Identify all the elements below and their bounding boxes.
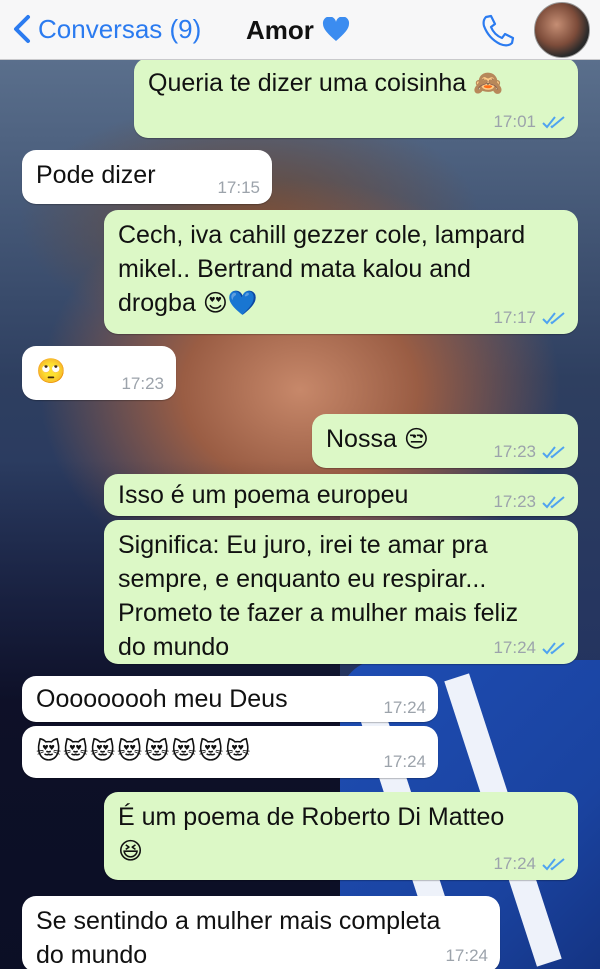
- outgoing-message[interactable]: Queria te dizer uma coisinha 🙈 17:01: [134, 58, 578, 138]
- message-time: 17:24: [493, 638, 536, 657]
- outgoing-message[interactable]: Isso é um poema europeu 17:23: [104, 474, 578, 516]
- unamused-face-emoji: 😒: [403, 425, 429, 453]
- contact-name: Amor: [246, 14, 314, 45]
- message-time: 17:24: [445, 946, 488, 965]
- chevron-left-icon: [14, 15, 30, 43]
- message-time: 17:17: [493, 308, 536, 327]
- phone-icon[interactable]: [478, 12, 518, 48]
- incoming-message[interactable]: 😻😻😻😻😻😻😻😻 17:24: [22, 726, 438, 778]
- message-text: Isso é um poema europeu: [118, 481, 409, 509]
- double-check-icon: [542, 446, 565, 459]
- double-check-icon: [542, 116, 565, 129]
- message-text: Nossa: [326, 425, 397, 453]
- message-time: 17:23: [493, 492, 536, 511]
- message-time: 17:23: [493, 442, 536, 461]
- message-text: Significa: Eu juro, irei te amar pra sem…: [118, 531, 519, 661]
- message-time: 17:24: [493, 854, 536, 873]
- double-check-icon: [542, 642, 565, 655]
- outgoing-message[interactable]: Cech, iva cahill gezzer cole, lampard mi…: [104, 210, 578, 334]
- outgoing-message[interactable]: É um poema de Roberto Di Matteo 😆 17:24: [104, 792, 578, 880]
- message-text: É um poema de Roberto Di Matteo: [118, 803, 505, 831]
- message-text: Pode dizer: [36, 161, 156, 189]
- message-text: Se sentindo a mulher mais completa do mu…: [36, 907, 441, 969]
- incoming-message[interactable]: Ooooooooh meu Deus 17:24: [22, 676, 438, 722]
- contact-title[interactable]: Amor: [246, 12, 350, 48]
- laughing-face-emoji: 😆: [118, 837, 144, 865]
- message-text: Queria te dizer uma coisinha: [148, 69, 467, 97]
- incoming-message[interactable]: 🙄 17:23: [22, 346, 176, 400]
- smiling-cat-heart-eyes-emoji: 😻😻😻😻😻😻😻😻: [36, 737, 253, 765]
- message-text: Cech, iva cahill gezzer cole, lampard mi…: [118, 221, 526, 317]
- heart-eyes-blue-heart-emoji: 😍💙: [202, 289, 258, 317]
- double-check-icon: [542, 496, 565, 509]
- back-button[interactable]: Conversas (9): [12, 10, 201, 48]
- back-label: Conversas (9): [38, 13, 202, 44]
- chat-header: Conversas (9) Amor: [0, 0, 600, 60]
- message-time: 17:23: [121, 374, 164, 393]
- message-time: 17:15: [217, 178, 260, 197]
- double-check-icon: [542, 312, 565, 325]
- eye-roll-emoji: 🙄: [36, 357, 66, 385]
- message-time: 17:01: [493, 112, 536, 131]
- message-time: 17:24: [383, 752, 426, 771]
- message-time: 17:24: [383, 698, 426, 717]
- outgoing-message[interactable]: Nossa 😒 17:23: [312, 414, 578, 468]
- avatar[interactable]: [534, 2, 590, 58]
- blue-heart-icon: [322, 17, 349, 41]
- incoming-message[interactable]: Pode dizer 17:15: [22, 150, 272, 204]
- outgoing-message[interactable]: Significa: Eu juro, irei te amar pra sem…: [104, 520, 578, 664]
- message-text: Ooooooooh meu Deus: [36, 685, 288, 713]
- see-no-evil-monkey-emoji: 🙈: [473, 69, 504, 97]
- incoming-message[interactable]: Se sentindo a mulher mais completa do mu…: [22, 896, 500, 969]
- double-check-icon: [542, 858, 565, 871]
